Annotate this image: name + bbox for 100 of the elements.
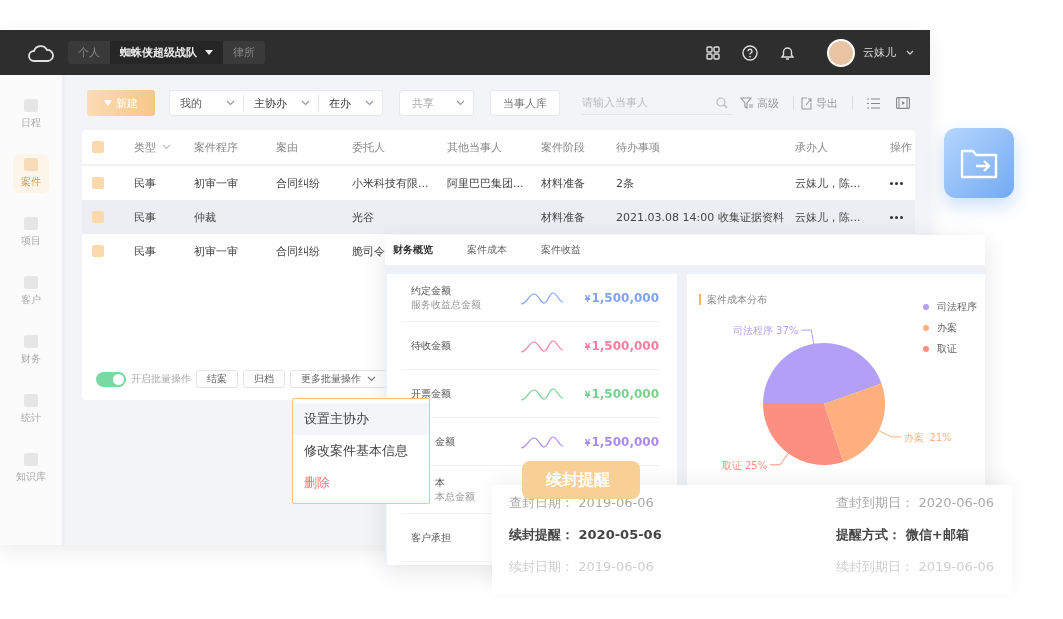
amount-value: ¥1,500,000 bbox=[584, 338, 659, 353]
menu-item[interactable]: 修改案件基本信息 bbox=[293, 435, 429, 467]
column-header: 类型 bbox=[124, 139, 184, 155]
column-header: 案由 bbox=[275, 139, 299, 155]
table-cell: 2021.03.08 14:00 收集证据资料 bbox=[616, 209, 784, 225]
checkbox[interactable] bbox=[92, 211, 104, 223]
table-cell: 2条 bbox=[616, 175, 634, 191]
leader-line bbox=[769, 451, 790, 466]
table-row[interactable]: 民事 仲裁 光谷 材料准备 2021.03.08 14:00 收集证据资料 云妹儿，陈... bbox=[82, 200, 915, 234]
table-cell: 仲裁 bbox=[194, 209, 216, 225]
chevron-down-icon bbox=[367, 376, 376, 382]
team-tab[interactable]: 个人 bbox=[68, 41, 110, 64]
finance-tab[interactable]: 案件收益 bbox=[541, 243, 581, 257]
table-cell: 合同纠纷 bbox=[276, 243, 320, 259]
bell-icon[interactable] bbox=[780, 44, 795, 61]
amount-caption: 本总金额 bbox=[435, 489, 475, 504]
folder-icon bbox=[960, 147, 998, 179]
amount-value: ¥1,500,000 bbox=[584, 434, 659, 449]
nav-icon bbox=[24, 158, 38, 171]
slice-value: 21% bbox=[929, 431, 952, 443]
chevron-down-icon bbox=[365, 100, 374, 106]
chevron-down-icon bbox=[301, 100, 310, 106]
team-tab[interactable]: 律所 bbox=[223, 41, 265, 64]
sparkline bbox=[519, 337, 565, 354]
export-icon bbox=[800, 96, 813, 110]
leader-line bbox=[876, 429, 902, 438]
amount-label: 约定金额 bbox=[411, 283, 451, 298]
column-header: 案件程序 bbox=[193, 139, 239, 155]
menu-item[interactable]: 设置主协办 bbox=[293, 403, 429, 435]
leader-line bbox=[800, 329, 815, 347]
table-cell: 民事 bbox=[134, 243, 156, 259]
search-icon bbox=[716, 97, 728, 109]
slice-label: 取证 bbox=[722, 459, 743, 471]
table-cell: 初审一审 bbox=[194, 175, 238, 191]
reminder-badge: 续封提醒 bbox=[522, 461, 640, 499]
amount-value: ¥1,500,000 bbox=[584, 386, 659, 401]
sparkline bbox=[519, 385, 565, 402]
amount-label: 金额 bbox=[435, 434, 455, 449]
batch-button[interactable]: 归档 bbox=[243, 370, 285, 388]
amount-label: 待收金额 bbox=[411, 338, 451, 353]
table-cell: 材料准备 bbox=[541, 209, 585, 225]
user-name[interactable]: 云妹儿 bbox=[863, 45, 896, 60]
chevron-down-icon bbox=[226, 100, 235, 106]
list-view-icon[interactable] bbox=[867, 97, 880, 109]
more-batch-button[interactable]: 更多批量操作 bbox=[290, 370, 387, 388]
slice-value: 37% bbox=[776, 325, 799, 337]
toggle-switch[interactable] bbox=[96, 371, 126, 387]
amount-label: 本 bbox=[435, 475, 445, 490]
team-tab[interactable]: 蜘蛛侠超级战队 bbox=[110, 41, 223, 64]
column-header: 案件阶段 bbox=[540, 139, 586, 155]
slice-label: 司法程序 bbox=[733, 325, 774, 337]
seal-field: 查封到期日： 2020-06-06 bbox=[836, 493, 994, 513]
table-cell: 初审一审 bbox=[194, 243, 238, 259]
chart-title: 案件成本分布 bbox=[699, 294, 767, 305]
card-view-icon[interactable] bbox=[896, 97, 910, 109]
legend-label: 办案 bbox=[937, 321, 957, 335]
chevron-down-icon[interactable] bbox=[906, 49, 914, 56]
table-cell: 光谷 bbox=[352, 209, 374, 225]
legend-label: 取证 bbox=[937, 342, 957, 356]
filter-select[interactable]: 我的 bbox=[170, 95, 243, 111]
help-icon[interactable] bbox=[742, 44, 758, 61]
filter-icon bbox=[740, 97, 754, 109]
amount-label: 客户承担 bbox=[411, 530, 451, 545]
column-header: 操作 bbox=[889, 139, 913, 155]
cloud-icon bbox=[28, 42, 54, 63]
party-library-button[interactable]: 当事人库 bbox=[490, 90, 560, 116]
checkbox[interactable] bbox=[92, 177, 104, 189]
table-cell: 脆司令 bbox=[352, 243, 385, 259]
slice-value: 25% bbox=[744, 459, 768, 471]
column-header: 委托人 bbox=[351, 139, 386, 155]
sparkline bbox=[519, 289, 565, 306]
seal-field: 提醒方式： 微信+邮箱 bbox=[836, 525, 969, 545]
apps-icon[interactable] bbox=[706, 45, 720, 60]
table-cell: 阿里巴巴集团... bbox=[447, 175, 524, 191]
column-header: 承办人 bbox=[794, 139, 829, 155]
table-row[interactable]: 民事 初审一审 合同纠纷 小米科技有限... 阿里巴巴集团... 材料准备 2条 云妹儿，陈... bbox=[82, 166, 915, 200]
column-header: 其他当事人 bbox=[446, 139, 503, 155]
column-header: 待办事项 bbox=[615, 139, 661, 155]
batch-button[interactable]: 结案 bbox=[196, 370, 238, 388]
checkbox[interactable] bbox=[92, 141, 104, 153]
slice-label: 办案 bbox=[904, 431, 925, 443]
filter-select[interactable]: 主协办 bbox=[243, 95, 318, 111]
checkbox[interactable] bbox=[92, 245, 104, 257]
table-cell: 材料准备 bbox=[541, 175, 585, 191]
table-cell: 小米科技有限... bbox=[352, 175, 429, 191]
avatar[interactable] bbox=[827, 38, 855, 67]
finance-tab[interactable]: 财务概览 bbox=[393, 243, 433, 257]
toggle-label: 开启批量操作 bbox=[131, 372, 191, 386]
chevron-down-icon bbox=[456, 100, 465, 106]
legend-label: 司法程序 bbox=[937, 300, 977, 314]
table-cell: 合同纠纷 bbox=[276, 175, 320, 191]
sparkline bbox=[519, 433, 565, 450]
finance-tab[interactable]: 案件成本 bbox=[467, 243, 507, 257]
more-icon[interactable] bbox=[890, 215, 903, 219]
amount-value: ¥1,500,000 bbox=[584, 290, 659, 305]
more-icon[interactable] bbox=[890, 181, 903, 185]
amount-caption: 服务收益总金额 bbox=[411, 297, 481, 312]
filter-select[interactable]: 在办 bbox=[318, 95, 382, 111]
table-cell: 民事 bbox=[134, 175, 156, 191]
seal-field: 续封提醒： 2020-05-06 bbox=[509, 525, 837, 545]
